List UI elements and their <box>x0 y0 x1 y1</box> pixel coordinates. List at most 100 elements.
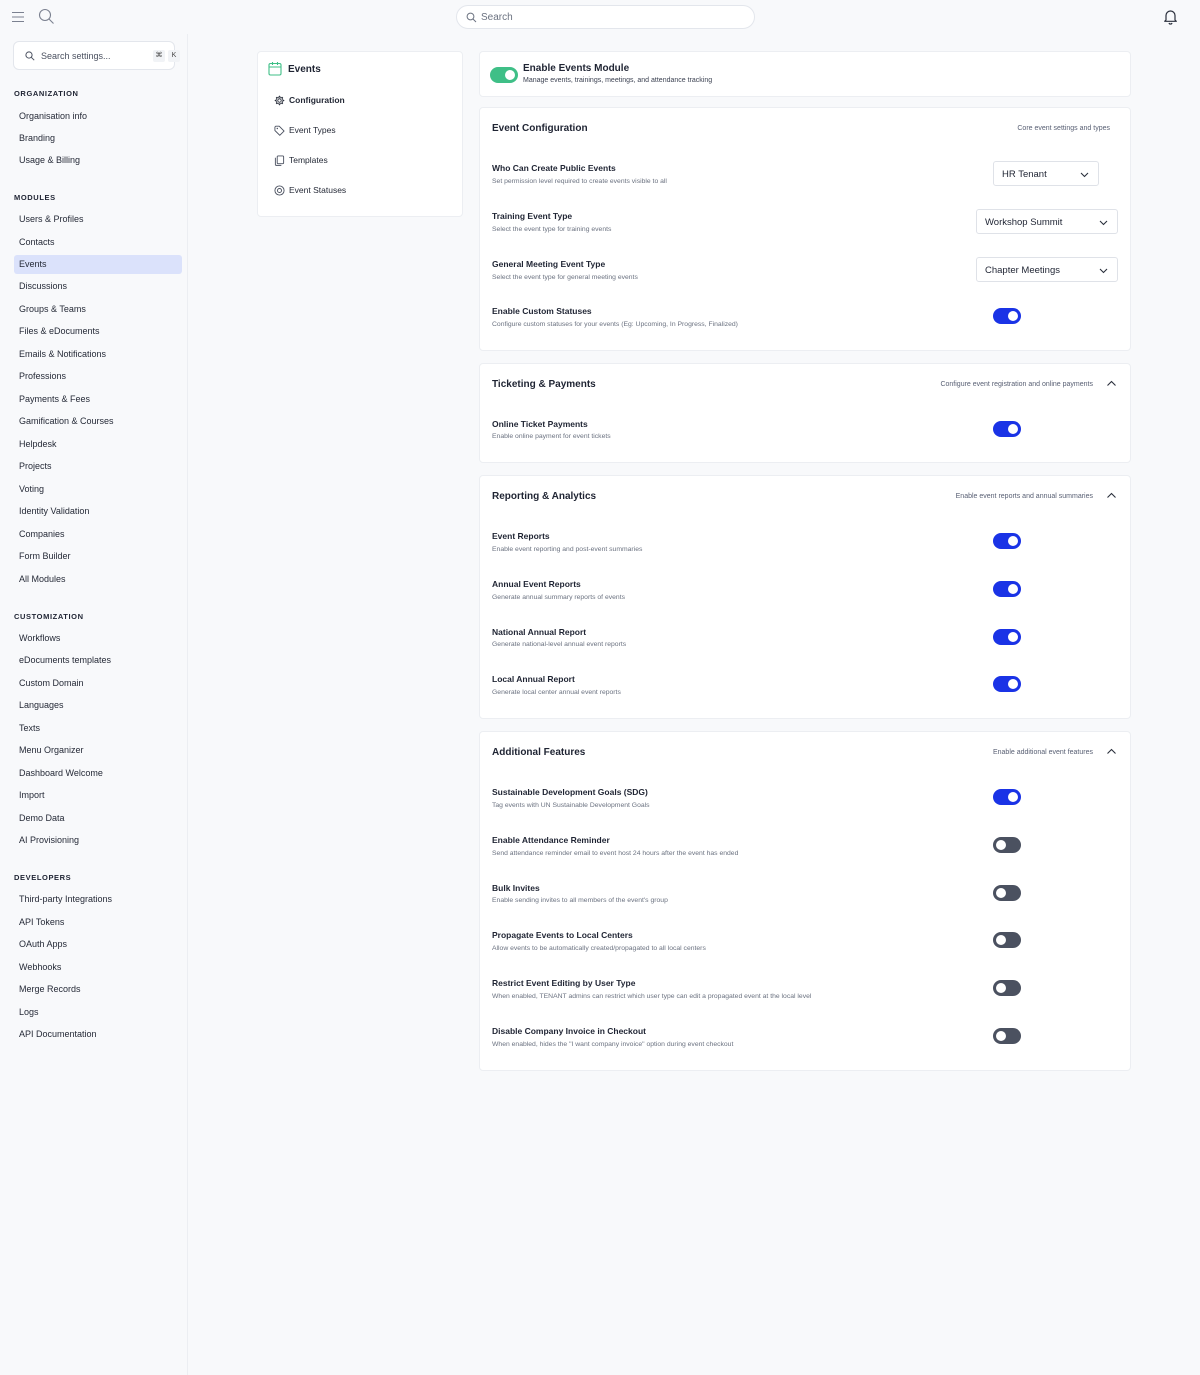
sidebar-item-groups-teams[interactable]: Groups & Teams <box>14 300 182 319</box>
section-title-organization: ORGANIZATION <box>14 89 79 98</box>
sidebar-item-payments-fees[interactable]: Payments & Fees <box>14 390 182 409</box>
chevron-up-icon[interactable] <box>1106 378 1117 389</box>
card-subtitle: Core event settings and types <box>1017 125 1110 132</box>
sidebar-item-texts[interactable]: Texts <box>14 719 182 738</box>
card-subtitle: Enable additional event features <box>992 749 1093 756</box>
notification-bell-icon[interactable] <box>1162 8 1179 25</box>
subnav-item-event-statuses[interactable]: Event Statuses <box>274 183 454 199</box>
subnav-item-event-types[interactable]: Event Types <box>274 123 454 139</box>
general-meeting-event-type-select[interactable]: Chapter Meetings <box>976 257 1118 282</box>
sidebar-item-branding[interactable]: Branding <box>14 129 182 148</box>
module-title: Enable Events Module <box>523 63 630 74</box>
settings-search-box[interactable]: ⌘ K <box>13 41 180 70</box>
sidebar-item-events[interactable]: Events <box>14 255 182 274</box>
setting-title: Sustainable Development Goals (SDG) <box>492 787 648 797</box>
sidebar-item-merge-records[interactable]: Merge Records <box>14 980 182 999</box>
copy-icon <box>274 155 285 166</box>
hamburger-menu-icon[interactable] <box>11 10 25 24</box>
sidebar-item-helpdesk[interactable]: Helpdesk <box>14 435 182 454</box>
sidebar-item-api-tokens[interactable]: API Tokens <box>14 913 182 932</box>
setting-description: Tag events with UN Sustainable Developme… <box>492 802 650 809</box>
propagate-events-toggle[interactable] <box>993 932 1021 948</box>
sidebar-item-files-edocuments[interactable]: Files & eDocuments <box>14 322 182 341</box>
global-search-box[interactable] <box>456 5 755 29</box>
sidebar-item-professions[interactable]: Professions <box>14 367 182 386</box>
sidebar-item-menu-organizer[interactable]: Menu Organizer <box>14 741 182 760</box>
annual-event-reports-toggle[interactable] <box>993 581 1021 597</box>
sidebar-item-oauth-apps[interactable]: OAuth Apps <box>14 935 182 954</box>
subnav-item-label: Event Statuses <box>289 185 347 195</box>
sidebar-item-users-profiles[interactable]: Users & Profiles <box>14 210 182 229</box>
sidebar-item-custom-domain[interactable]: Custom Domain <box>14 674 182 693</box>
sidebar-item-logs[interactable]: Logs <box>14 1003 182 1022</box>
sidebar-item-projects[interactable]: Projects <box>14 457 182 476</box>
setting-title: Bulk Invites <box>492 883 540 893</box>
local-annual-report-toggle[interactable] <box>993 676 1021 692</box>
setting-description: Select the event type for general meetin… <box>492 274 638 281</box>
select-value: Chapter Meetings <box>985 265 1060 276</box>
command-key-hint: ⌘ <box>153 50 165 62</box>
setting-description: Enable sending invites to all members of… <box>492 897 668 904</box>
sidebar-item-usage-billing[interactable]: Usage & Billing <box>14 151 182 170</box>
online-ticket-payments-toggle[interactable] <box>993 421 1021 437</box>
card-title: Ticketing & Payments <box>492 379 596 390</box>
section-title-customization: CUSTOMIZATION <box>14 612 84 621</box>
search-icon[interactable] <box>38 8 55 25</box>
subnav-title: Events <box>288 64 321 75</box>
k-key-hint: K <box>168 50 180 62</box>
event-reports-toggle[interactable] <box>993 533 1021 549</box>
setting-description: Allow events to be automatically created… <box>492 945 706 952</box>
sidebar-item-companies[interactable]: Companies <box>14 525 182 544</box>
sidebar-item-voting[interactable]: Voting <box>14 480 182 499</box>
global-search-input[interactable] <box>481 9 741 25</box>
sidebar-item-discussions[interactable]: Discussions <box>14 277 182 296</box>
setting-title: Training Event Type <box>492 211 573 221</box>
sidebar-item-all-modules[interactable]: All Modules <box>14 570 182 589</box>
sidebar-item-api-documentation[interactable]: API Documentation <box>14 1025 182 1044</box>
sidebar-item-contacts[interactable]: Contacts <box>14 233 182 252</box>
module-description: Manage events, trainings, meetings, and … <box>523 77 713 84</box>
subnav-item-configuration[interactable]: Configuration <box>274 93 454 109</box>
sidebar-item-emails-notifications[interactable]: Emails & Notifications <box>14 345 182 364</box>
training-event-type-select[interactable]: Workshop Summit <box>976 209 1118 234</box>
card-title: Reporting & Analytics <box>492 491 597 502</box>
setting-title: Local Annual Report <box>492 674 575 684</box>
sidebar-item-edocuments-templates[interactable]: eDocuments templates <box>14 651 182 670</box>
subnav-item-label: Configuration <box>289 95 345 105</box>
setting-title: Event Reports <box>492 531 550 541</box>
sidebar-item-ai-provisioning[interactable]: AI Provisioning <box>14 831 182 850</box>
sidebar-item-import[interactable]: Import <box>14 786 182 805</box>
chevron-up-icon[interactable] <box>1106 490 1117 501</box>
sidebar-item-form-builder[interactable]: Form Builder <box>14 547 182 566</box>
tag-icon <box>274 125 285 136</box>
attendance-reminder-toggle[interactable] <box>993 837 1021 853</box>
sidebar-item-identity-validation[interactable]: Identity Validation <box>14 502 182 521</box>
sidebar-item-webhooks[interactable]: Webhooks <box>14 958 182 977</box>
national-annual-report-toggle[interactable] <box>993 629 1021 645</box>
chevron-down-icon <box>1099 218 1108 227</box>
public-events-permission-select[interactable]: HR Tenant <box>993 161 1099 186</box>
bulk-invites-toggle[interactable] <box>993 885 1021 901</box>
setting-description: Generate local center annual event repor… <box>492 689 621 696</box>
section-title-modules: MODULES <box>14 193 56 202</box>
sidebar-item-demo-data[interactable]: Demo Data <box>14 809 182 828</box>
chevron-up-icon[interactable] <box>1106 746 1117 757</box>
setting-title: Enable Attendance Reminder <box>492 835 610 845</box>
card-title: Additional Features <box>492 747 586 758</box>
subnav-item-templates[interactable]: Templates <box>274 153 454 169</box>
restrict-event-editing-toggle[interactable] <box>993 980 1021 996</box>
chevron-down-icon <box>1080 170 1089 179</box>
sidebar-item-workflows[interactable]: Workflows <box>14 629 182 648</box>
sidebar-item-organisation-info[interactable]: Organisation info <box>14 107 182 126</box>
disable-company-invoice-toggle[interactable] <box>993 1028 1021 1044</box>
sidebar-item-languages[interactable]: Languages <box>14 696 182 715</box>
sidebar-item-third-party-integrations[interactable]: Third-party Integrations <box>14 890 182 909</box>
setting-title: Disable Company Invoice in Checkout <box>492 1026 646 1036</box>
sdg-toggle[interactable] <box>993 789 1021 805</box>
enable-events-module-toggle[interactable] <box>490 67 518 83</box>
setting-description: Generate annual summary reports of event… <box>492 594 625 601</box>
sidebar-item-gamification-courses[interactable]: Gamification & Courses <box>14 412 182 431</box>
settings-search-input[interactable] <box>41 49 136 63</box>
custom-statuses-toggle[interactable] <box>993 308 1021 324</box>
sidebar-item-dashboard-welcome[interactable]: Dashboard Welcome <box>14 764 182 783</box>
